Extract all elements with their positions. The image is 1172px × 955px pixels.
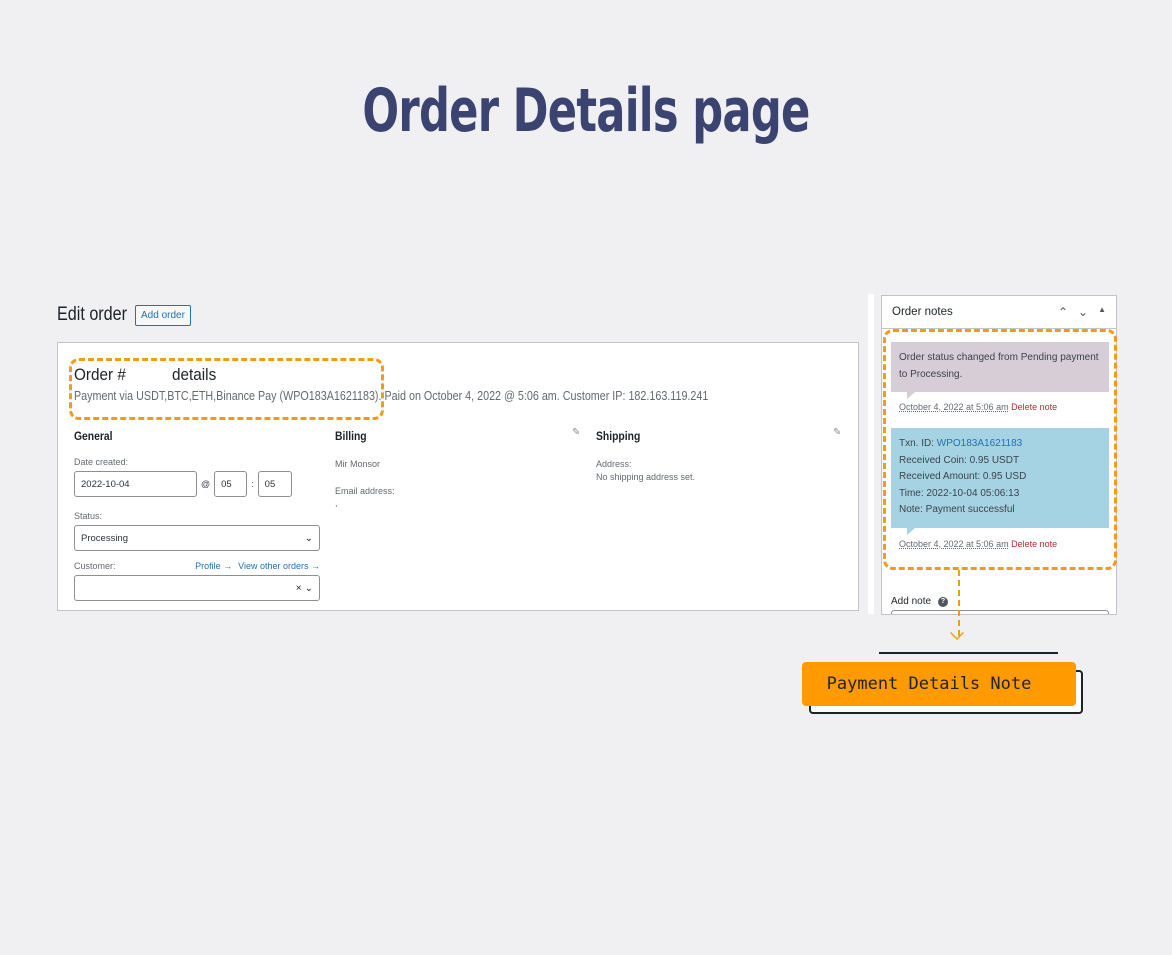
callout-connector [958, 570, 960, 636]
chevron-down-select-icon: ⌄ [304, 532, 313, 544]
shipping-address-value: No shipping address set. [596, 472, 696, 482]
status-label: Status: [74, 511, 103, 521]
general-column: General Date created: 2022-10-04 @ 05 : … [74, 427, 320, 601]
help-icon[interactable]: ? [938, 596, 949, 607]
date-created-label: Date created: [74, 457, 129, 467]
billing-name: Mir Monsor [335, 459, 381, 469]
customer-select-controls: × ⌄ [296, 583, 313, 594]
view-other-orders-link[interactable]: View other orders → [238, 561, 320, 571]
customer-links: Profile → View other orders → [195, 561, 320, 571]
time-colon: : [251, 479, 254, 489]
add-note-label-row: Add note ? [891, 596, 949, 607]
general-title: General [74, 431, 113, 443]
highlight-order-heading [69, 358, 384, 420]
shipping-address-label: Address: [596, 459, 632, 469]
customer-select[interactable]: × ⌄ [74, 575, 320, 601]
pencil-icon[interactable]: ✎ [572, 427, 580, 438]
minute-input[interactable]: 05 [257, 471, 292, 497]
at-symbol: @ [201, 479, 211, 489]
shipping-column: Shipping Address: No shipping address se… [596, 427, 842, 482]
status-value: Processing [81, 532, 128, 544]
customer-label: Customer: [74, 561, 116, 571]
add-order-button[interactable]: Add order [135, 304, 191, 326]
arrow-down-icon [950, 626, 964, 640]
highlight-payment-notes [883, 329, 1117, 570]
email-label: Email address: [335, 486, 395, 496]
date-row: 2022-10-04 @ 05 : 05 [74, 471, 320, 497]
callout-line [879, 652, 1058, 654]
customer-label-row: Customer: Profile → View other orders → [74, 561, 320, 571]
clear-icon[interactable]: × [296, 583, 302, 594]
page-title: Order Details page [362, 76, 810, 146]
triangle-up-icon[interactable]: ▲ [1098, 305, 1106, 319]
order-notes-header: Order notes ⌃ ⌄ ▲ [882, 296, 1116, 329]
chevron-down-icon[interactable]: ⌄ [1078, 305, 1088, 319]
chevron-down-select-icon: ⌄ [304, 582, 313, 594]
add-note-textarea[interactable] [891, 610, 1109, 614]
order-notes-title: Order notes [892, 306, 953, 318]
billing-column: Billing Mir Monsor Email address: , [335, 427, 581, 508]
edit-order-header: Edit order Add order [57, 304, 191, 326]
billing-title: Billing [335, 431, 367, 443]
pencil-icon[interactable]: ✎ [833, 427, 841, 438]
add-note-label: Add note [891, 596, 932, 607]
email-value: , [335, 498, 338, 508]
edit-order-title: Edit order [57, 304, 128, 325]
panel-divider [868, 294, 874, 614]
chevron-up-icon[interactable]: ⌃ [1058, 305, 1068, 319]
order-data-panel: Order # details Payment via USDT,BTC,ETH… [57, 342, 859, 611]
date-input[interactable]: 2022-10-04 [74, 471, 197, 497]
status-select[interactable]: Processing ⌄ [74, 525, 320, 551]
payment-details-callout: Payment Details Note [802, 662, 1076, 706]
hour-input[interactable]: 05 [214, 471, 248, 497]
profile-link[interactable]: Profile → [195, 561, 232, 571]
order-notes-controls: ⌃ ⌄ ▲ [1058, 305, 1106, 319]
shipping-title: Shipping [596, 431, 641, 443]
